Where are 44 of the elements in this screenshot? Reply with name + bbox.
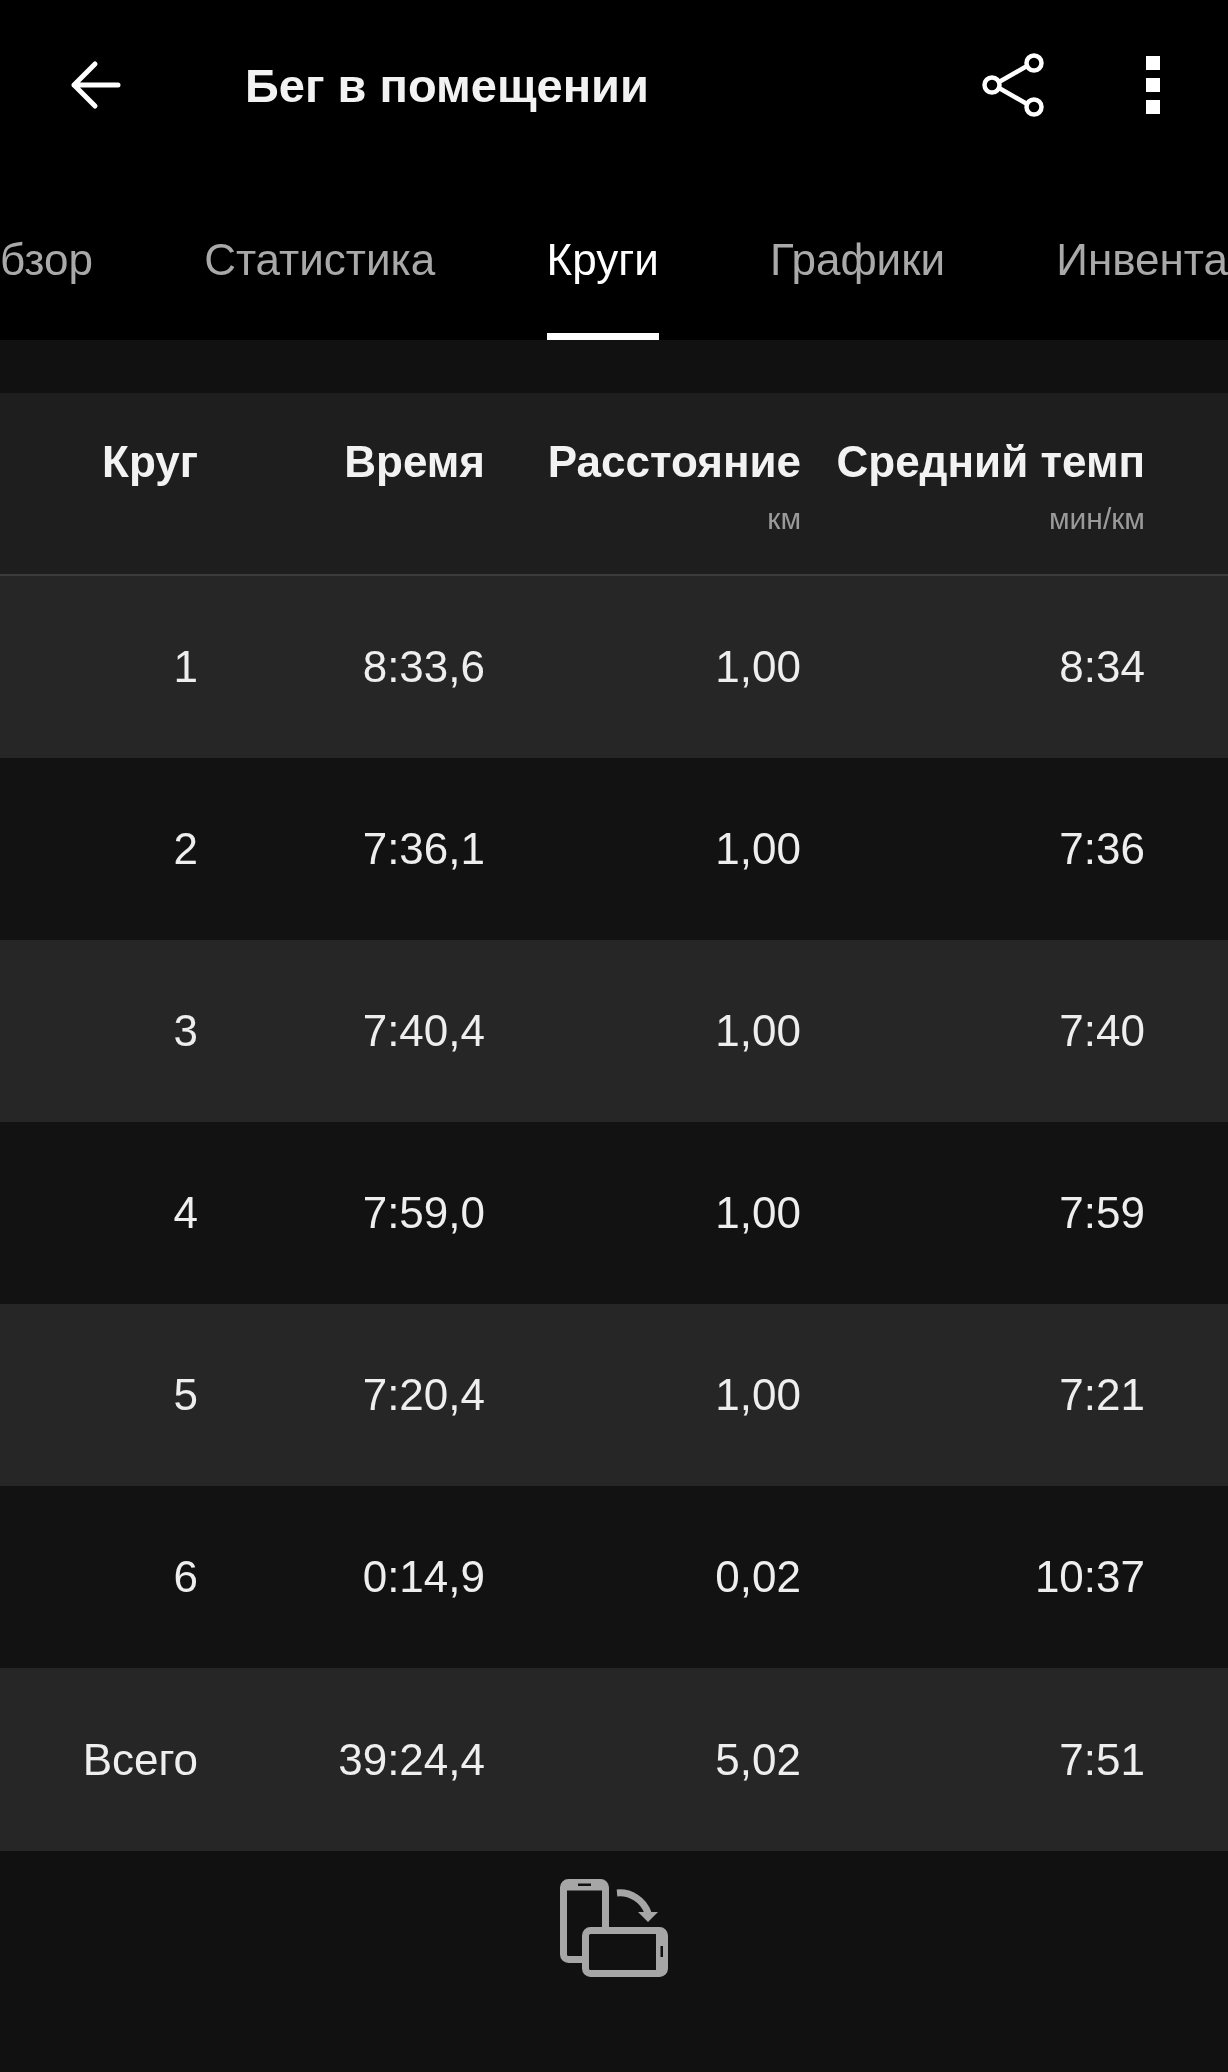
table-cell-text: 5,02 xyxy=(714,1733,801,1786)
table-cell-text: 7:21 xyxy=(1058,1369,1145,1421)
table-cell-text: 6 xyxy=(172,1551,198,1603)
table-cell-text: 1,00 xyxy=(714,1005,801,1057)
back-arrow-icon[interactable] xyxy=(69,59,121,111)
table-cell-text: 7:40 xyxy=(1058,1005,1145,1057)
tab[interactable]: Круги xyxy=(546,170,659,340)
column-header: Средний темп xyxy=(836,437,1145,487)
table-cell-text: 7:40,4 xyxy=(361,1005,485,1057)
table-cell-text: 7:59 xyxy=(1058,1187,1145,1239)
table-cell-text: 7:59,0 xyxy=(361,1187,485,1239)
table-cell-text: 1,00 xyxy=(714,641,801,693)
table-cell-text: 2 xyxy=(172,823,198,875)
tab[interactable]: Графики xyxy=(770,170,945,340)
tab[interactable]: бзор xyxy=(0,170,93,340)
table-cell-text: 1,00 xyxy=(714,1187,801,1239)
rotate-screen-icon[interactable] xyxy=(560,1879,668,1977)
column-header: Круг xyxy=(102,437,198,487)
table-cell-text: 7:51 xyxy=(1058,1733,1145,1786)
table-cell-text: 1 xyxy=(172,641,198,693)
table-cell-text: 5 xyxy=(172,1369,198,1421)
table-cell-text: 3 xyxy=(172,1005,198,1057)
table-cell-text: 1,00 xyxy=(714,823,801,875)
tab[interactable]: Инвента xyxy=(1056,170,1228,340)
more-options-icon[interactable] xyxy=(1146,56,1160,114)
screen-title: Бег в помещении xyxy=(245,57,649,113)
table-cell-text: 1,00 xyxy=(714,1369,801,1421)
table-cell-text: 0,02 xyxy=(714,1551,801,1603)
table-cell-text: 8:34 xyxy=(1058,641,1145,693)
table-cell-text: 0:14,9 xyxy=(361,1551,485,1603)
table-cell-text: 7:20,4 xyxy=(361,1369,485,1421)
unit-label: км xyxy=(767,501,801,537)
table-cell-text: 7:36,1 xyxy=(361,823,485,875)
table-cell-text: 39:24,4 xyxy=(337,1733,485,1786)
column-header: Время xyxy=(344,437,485,487)
table-cell-text: 4 xyxy=(172,1187,198,1239)
table-cell-text: 10:37 xyxy=(1033,1551,1145,1603)
table-cell-text: 8:33,6 xyxy=(361,641,485,693)
table-cell-text: 7:36 xyxy=(1058,823,1145,875)
share-icon[interactable] xyxy=(982,53,1044,117)
table-cell-text: Всего xyxy=(81,1733,198,1786)
unit-label: мин/км xyxy=(1048,501,1145,537)
column-header: Расстояние xyxy=(547,437,801,487)
tab[interactable]: Статистика xyxy=(204,170,436,340)
